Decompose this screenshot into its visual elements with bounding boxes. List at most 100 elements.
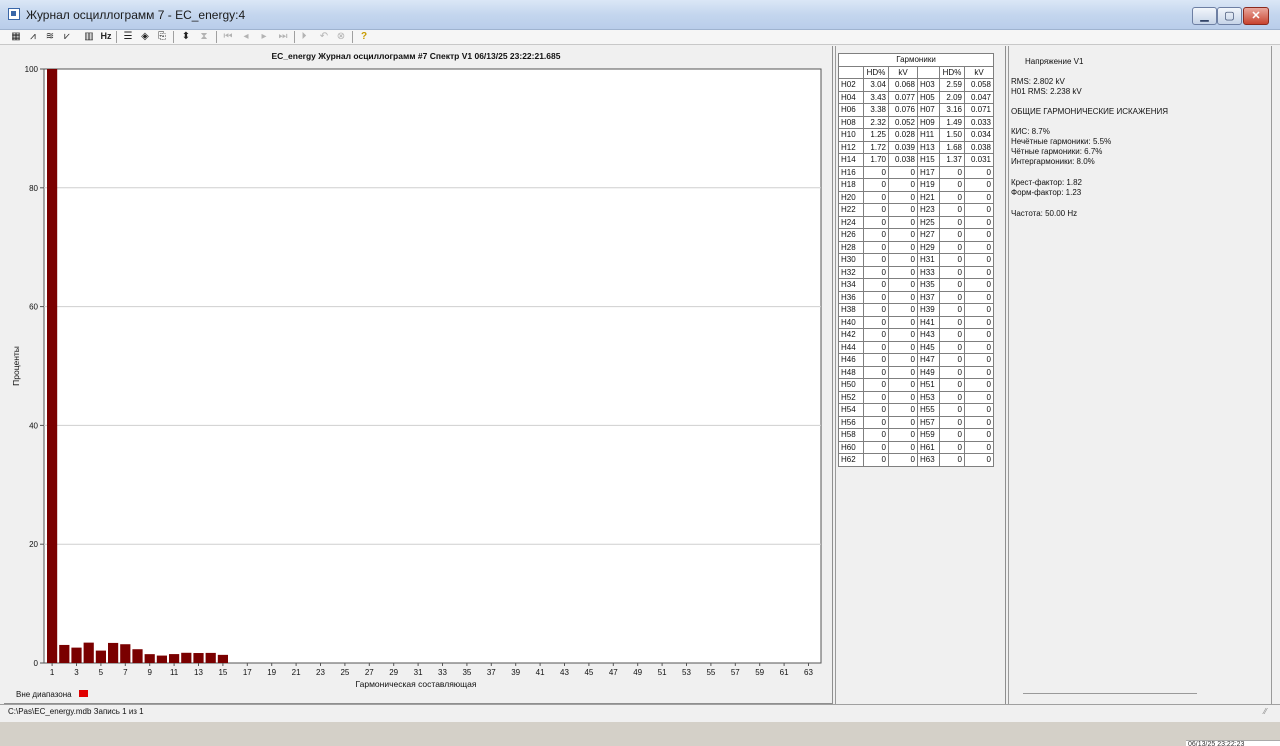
table-header: HD% — [863, 65, 889, 79]
title-bar: Журнал осциллограмм 7 - EC_energy:4 ▁ ▢ … — [0, 0, 1280, 30]
harmonic-name: H31 — [917, 253, 940, 267]
harmonic-value: 0 — [888, 253, 918, 267]
x-tick-label: 19 — [267, 668, 276, 677]
minimize-button[interactable]: ▁ — [1192, 7, 1217, 25]
help-icon[interactable]: ? — [357, 30, 371, 43]
harmonic-name: H02 — [838, 78, 864, 92]
bar-harmonic-4[interactable] — [83, 642, 94, 663]
harmonic-value: 0 — [888, 240, 918, 254]
hz-icon[interactable]: Hz — [98, 30, 114, 43]
expand-icon[interactable]: ⬍ — [179, 30, 193, 43]
harmonic-name: H35 — [917, 278, 940, 292]
harmonic-name: H59 — [917, 428, 940, 442]
harmonic-name: H44 — [838, 340, 864, 354]
harmonic-value: 0 — [863, 328, 889, 342]
bar-harmonic-14[interactable] — [205, 652, 216, 663]
harmonic-value: 0 — [888, 340, 918, 354]
harmonic-name: H37 — [917, 290, 940, 304]
harmonic-value: 0.052 — [888, 115, 918, 129]
marker-icon[interactable]: ◈ — [138, 30, 152, 43]
harmonic-value: 0 — [939, 453, 965, 467]
bar-harmonic-5[interactable] — [95, 650, 106, 663]
chart-area-icon[interactable]: ⩗ — [60, 30, 74, 43]
harmonic-value: 0 — [939, 428, 965, 442]
harmonic-value: 0 — [964, 303, 994, 317]
harmonic-value: 0 — [964, 253, 994, 267]
x-tick-label: 3 — [74, 668, 79, 677]
harmonic-value: 0 — [863, 365, 889, 379]
first-icon[interactable]: ⏮ — [221, 30, 235, 43]
harmonic-value: 0.068 — [888, 78, 918, 92]
harmonic-name: H43 — [917, 328, 940, 342]
bar-harmonic-2[interactable] — [59, 644, 70, 663]
harmonic-name: H20 — [838, 190, 864, 204]
harmonic-value: 0 — [888, 228, 918, 242]
spectrum-chart[interactable]: EC_energy Журнал осциллограмм #7 Спектр … — [4, 46, 830, 702]
x-tick-label: 5 — [99, 668, 104, 677]
harmonic-name: H58 — [838, 428, 864, 442]
bar-harmonic-8[interactable] — [132, 649, 143, 663]
maximize-button[interactable]: ▢ — [1217, 7, 1242, 25]
table-icon[interactable]: ▦ — [9, 30, 23, 43]
harmonic-value: 0 — [964, 240, 994, 254]
harmonic-value: 0 — [863, 428, 889, 442]
harmonic-value: 0 — [888, 453, 918, 467]
y-tick-label: 80 — [29, 184, 38, 193]
chart-multi-icon[interactable]: ≋ — [43, 30, 57, 43]
table-row: H06 3.38 0.076 H07 3.16 0.071 — [838, 103, 994, 117]
harmonic-value: 0 — [888, 353, 918, 367]
x-tick-label: 43 — [560, 668, 569, 677]
horizontal-scrollbar[interactable] — [1023, 693, 1197, 694]
table-row: H20 0 0 H21 0 0 — [838, 190, 994, 204]
close-button[interactable]: ✕ — [1243, 7, 1269, 25]
harmonic-value: 0 — [939, 403, 965, 417]
bar-harmonic-3[interactable] — [71, 647, 82, 663]
harmonic-name: H46 — [838, 353, 864, 367]
resize-grip-icon[interactable]: ⁄⁄ — [1264, 707, 1272, 716]
harmonic-name: H18 — [838, 178, 864, 192]
harmonic-value: 0 — [863, 353, 889, 367]
taskbar-clock: 06/13/25 23:22:23 — [1186, 740, 1280, 746]
bar-settings-icon[interactable]: ▥ — [82, 30, 96, 43]
undo-icon[interactable]: ↶ — [317, 30, 331, 43]
table-header: HD% — [939, 65, 965, 79]
bar-harmonic-9[interactable] — [144, 654, 155, 663]
next-icon[interactable]: ▸ — [257, 30, 271, 43]
harmonic-value: 0 — [964, 453, 994, 467]
harmonic-value: 0 — [939, 265, 965, 279]
harmonic-name: H42 — [838, 328, 864, 342]
bar-harmonic-15[interactable] — [217, 654, 228, 663]
prev-icon[interactable]: ◂ — [239, 30, 253, 43]
plot-area — [43, 68, 822, 664]
harmonic-value: 0 — [939, 340, 965, 354]
odd-harmonics-value: Нечётные гармоники: 5.5% — [1011, 137, 1112, 146]
bar-harmonic-11[interactable] — [169, 654, 180, 663]
stop-icon[interactable]: ⊗ — [334, 30, 348, 43]
app-icon[interactable] — [8, 8, 20, 20]
harmonic-value: 0 — [888, 403, 918, 417]
x-tick-label: 37 — [487, 668, 496, 677]
bar-harmonic-7[interactable] — [120, 644, 131, 663]
harmonic-value: 0.047 — [964, 90, 994, 104]
bar-harmonic-12[interactable] — [181, 652, 192, 663]
harmonic-name: H21 — [917, 190, 940, 204]
harmonic-value: 1.49 — [939, 115, 965, 129]
bar-harmonic-10[interactable] — [156, 655, 167, 663]
table-row: H50 0 0 H51 0 0 — [838, 378, 994, 392]
harmonic-value: 0 — [964, 415, 994, 429]
last-icon[interactable]: ⏭ — [276, 30, 290, 43]
bar-harmonic-6[interactable] — [108, 642, 119, 663]
list-icon[interactable]: ☰ — [121, 30, 135, 43]
chart-line-icon[interactable]: ⩘ — [26, 30, 40, 43]
bar-harmonic-13[interactable] — [193, 653, 204, 663]
x-tick-label: 35 — [462, 668, 471, 677]
play-icon[interactable]: ⏵ — [297, 30, 311, 43]
rms-value: RMS: 2.802 kV — [1011, 77, 1065, 86]
harmonic-value: 0 — [964, 190, 994, 204]
harmonic-name: H15 — [917, 153, 940, 167]
collapse-icon[interactable]: ⧗ — [197, 30, 211, 43]
bar-harmonic-1[interactable] — [47, 69, 58, 663]
harmonic-name: H38 — [838, 303, 864, 317]
export-icon[interactable]: ⎘ — [155, 30, 169, 43]
toolbar-separator — [352, 31, 353, 43]
